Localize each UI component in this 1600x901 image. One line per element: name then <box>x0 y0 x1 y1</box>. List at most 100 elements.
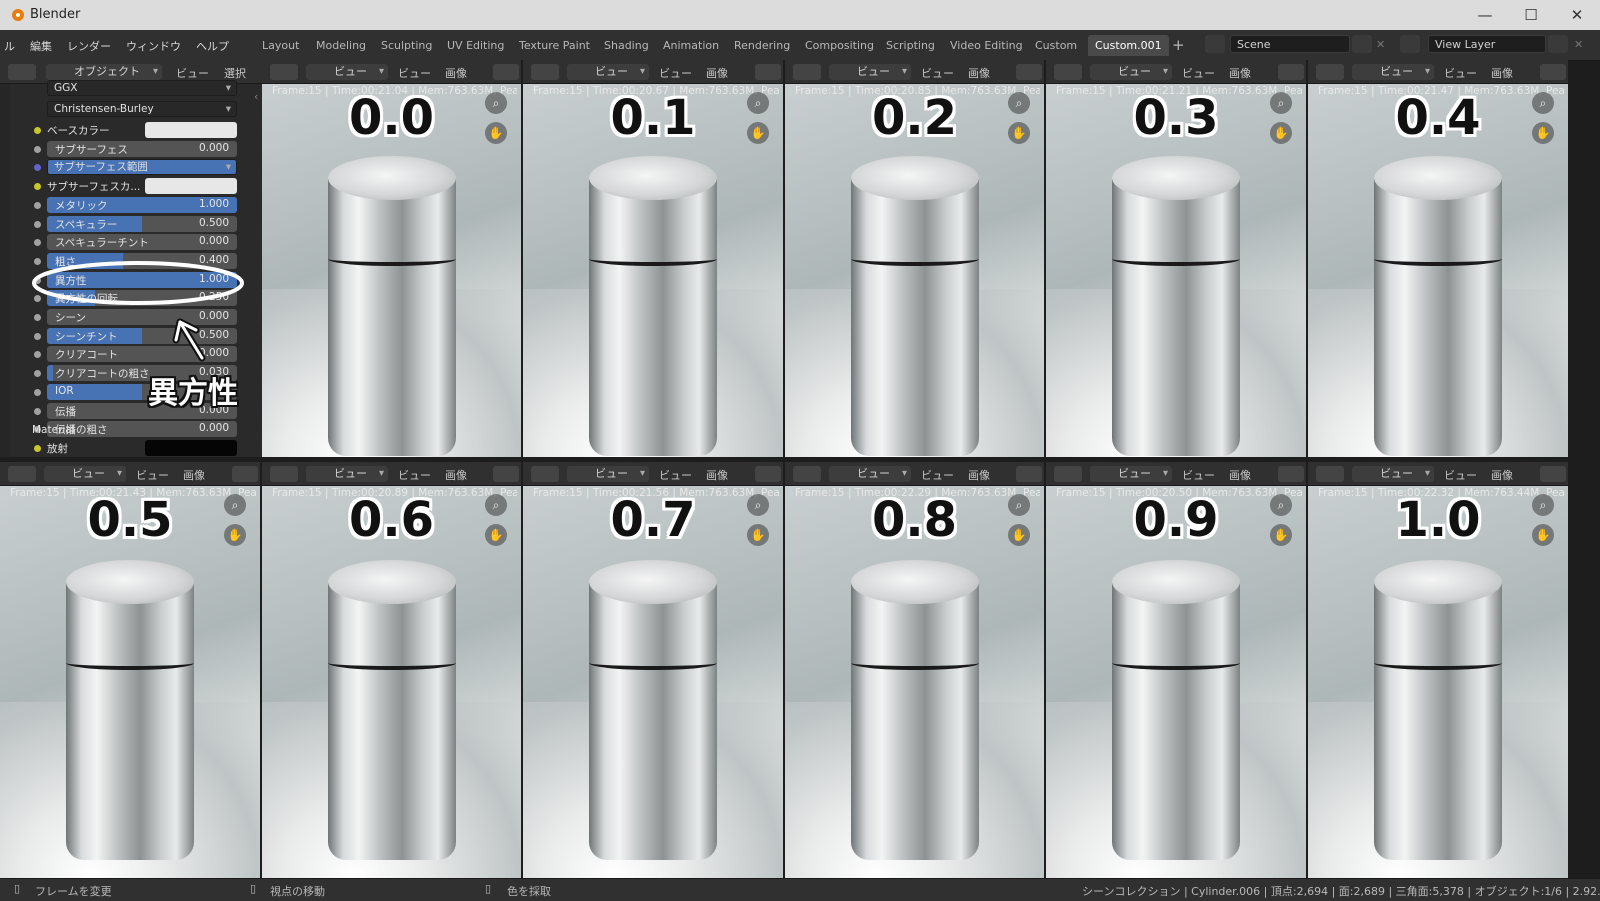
menu-image[interactable]: 画像 <box>445 65 467 81</box>
scene-field[interactable]: Scene <box>1230 35 1350 53</box>
minimize-button[interactable]: — <box>1462 0 1508 30</box>
input-socket-icon[interactable] <box>34 220 41 228</box>
view-dropdown[interactable]: ビュー <box>1352 64 1434 80</box>
tab-layout[interactable]: Layout <box>262 39 299 52</box>
hand-pan-icon[interactable]: ✋ <box>1008 122 1030 144</box>
menu-image[interactable]: 画像 <box>968 65 990 81</box>
editor-type-icon[interactable] <box>793 64 821 80</box>
image-browse-icon[interactable] <box>1016 466 1042 482</box>
view-layer-icon[interactable] <box>1400 35 1420 53</box>
value-slider[interactable]: メタリック 1.000 <box>47 196 237 213</box>
hand-pan-icon[interactable]: ✋ <box>485 524 507 546</box>
menu-image[interactable]: 画像 <box>1229 65 1251 81</box>
view-dropdown[interactable]: ビュー <box>1090 64 1172 80</box>
editor-type-icon[interactable] <box>793 466 821 482</box>
hand-pan-icon[interactable]: ✋ <box>747 524 769 546</box>
menu-window[interactable]: ウィンドウ <box>126 38 181 54</box>
zoom-icon[interactable]: ⌕ <box>1270 92 1292 114</box>
view-dropdown[interactable]: ビュー <box>829 64 911 80</box>
view-dropdown[interactable]: ビュー <box>306 466 388 482</box>
render-viewport[interactable]: Frame:15 | Time:00:20.50 | Mem:763.63M, … <box>1046 486 1306 878</box>
color-swatch[interactable] <box>145 439 237 456</box>
view-dropdown[interactable]: ビュー <box>306 64 388 80</box>
menu-view[interactable]: ビュー <box>176 65 209 81</box>
menu-view[interactable]: ビュー <box>659 467 692 483</box>
tab-texture-paint[interactable]: Texture Paint <box>519 39 590 52</box>
zoom-icon[interactable]: ⌕ <box>485 494 507 516</box>
tab-rendering[interactable]: Rendering <box>734 39 790 52</box>
image-browse-icon[interactable] <box>1278 64 1304 80</box>
render-viewport[interactable]: Frame:15 | Time:00:20.85 | Mem:763.63M, … <box>785 84 1044 457</box>
input-socket-icon[interactable] <box>34 183 41 191</box>
menu-view[interactable]: ビュー <box>659 65 692 81</box>
hand-pan-icon[interactable]: ✋ <box>1532 524 1554 546</box>
tab-compositing[interactable]: Compositing <box>805 39 874 52</box>
render-viewport[interactable]: Frame:15 | Time:00:21.56 | Mem:763.63M, … <box>523 486 783 878</box>
menu-help[interactable]: ヘルプ <box>196 38 229 54</box>
menu-image[interactable]: 画像 <box>706 467 728 483</box>
menu-view[interactable]: ビュー <box>921 467 954 483</box>
input-socket-icon[interactable] <box>34 444 41 452</box>
color-swatch[interactable] <box>145 122 237 138</box>
input-socket-icon[interactable] <box>34 127 41 134</box>
maximize-button[interactable]: ☐ <box>1508 0 1554 30</box>
input-socket-icon[interactable] <box>34 201 41 209</box>
value-slider[interactable]: 伝播の粗さ 0.000 <box>47 421 237 438</box>
tab-custom-001[interactable]: Custom.001 <box>1088 35 1169 56</box>
editor-type-icon[interactable] <box>1054 64 1082 80</box>
tab-scripting[interactable]: Scripting <box>886 39 935 52</box>
menu-view[interactable]: ビュー <box>921 65 954 81</box>
distribution-select[interactable]: GGX <box>47 80 237 96</box>
render-viewport[interactable]: Frame:15 | Time:00:22.32 | Mem:763.44M, … <box>1308 486 1568 878</box>
menu-image[interactable]: 画像 <box>1491 65 1513 81</box>
render-viewport[interactable]: Frame:15 | Time:00:21.47 | Mem:763.63M, … <box>1308 84 1568 457</box>
menu-image[interactable]: 画像 <box>445 467 467 483</box>
image-browse-icon[interactable] <box>1016 64 1042 80</box>
tab-shading[interactable]: Shading <box>604 39 649 52</box>
render-viewport[interactable]: Frame:15 | Time:00:21.43 | Mem:763.63M, … <box>0 486 260 878</box>
editor-type-icon[interactable] <box>1054 466 1082 482</box>
image-browse-icon[interactable] <box>1540 64 1566 80</box>
add-workspace-button[interactable]: + <box>1172 36 1185 54</box>
menu-view[interactable]: ビュー <box>1182 467 1215 483</box>
view-dropdown[interactable]: ビュー <box>1352 466 1434 482</box>
zoom-icon[interactable]: ⌕ <box>747 92 769 114</box>
zoom-icon[interactable]: ⌕ <box>1532 92 1554 114</box>
menu-image[interactable]: 画像 <box>706 65 728 81</box>
tab-custom[interactable]: Custom <box>1035 39 1077 52</box>
menu-select[interactable]: 選択 <box>224 65 246 81</box>
menu-edit[interactable]: 編集 <box>30 38 52 54</box>
new-scene-icon[interactable] <box>1352 35 1372 53</box>
zoom-icon[interactable]: ⌕ <box>485 92 507 114</box>
menu-view[interactable]: ビュー <box>1444 467 1477 483</box>
editor-type-icon[interactable] <box>1316 466 1344 482</box>
render-viewport[interactable]: Frame:15 | Time:00:22.29 | Mem:763.63M, … <box>785 486 1044 878</box>
hand-pan-icon[interactable]: ✋ <box>747 122 769 144</box>
menu-view[interactable]: ビュー <box>136 467 169 483</box>
menu-view[interactable]: ビュー <box>398 65 431 81</box>
render-viewport[interactable]: Frame:15 | Time:00:21.21 | Mem:763.63M, … <box>1046 84 1306 457</box>
image-browse-icon[interactable] <box>493 466 519 482</box>
menu-file[interactable]: ル <box>4 38 15 54</box>
color-swatch[interactable] <box>145 178 237 195</box>
subsurface-method-select[interactable]: Christensen-Burley <box>47 101 237 117</box>
editor-type-icon[interactable] <box>8 466 36 482</box>
editor-type-icon[interactable] <box>8 64 36 80</box>
remove-view-layer-icon[interactable]: ✕ <box>1574 38 1583 51</box>
menu-render[interactable]: レンダー <box>67 38 111 54</box>
view-dropdown[interactable]: ビュー <box>567 64 649 80</box>
menu-image[interactable]: 画像 <box>1229 467 1251 483</box>
hand-pan-icon[interactable]: ✋ <box>224 524 246 546</box>
editor-type-icon[interactable] <box>531 466 559 482</box>
render-viewport[interactable]: Frame:15 | Time:00:20.67 | Mem:763.63M, … <box>523 84 783 457</box>
object-mode-dropdown[interactable]: オブジェクト <box>46 64 162 80</box>
collapse-arrow-icon[interactable]: ‹ <box>254 90 258 103</box>
image-browse-icon[interactable] <box>1540 466 1566 482</box>
menu-image[interactable]: 画像 <box>1491 467 1513 483</box>
image-browse-icon[interactable] <box>232 466 258 482</box>
view-dropdown[interactable]: ビュー <box>829 466 911 482</box>
view-layer-field[interactable]: View Layer <box>1428 35 1546 53</box>
tab-video-editing[interactable]: Video Editing <box>950 39 1023 52</box>
view-dropdown[interactable]: ビュー <box>567 466 649 482</box>
input-socket-icon[interactable] <box>34 239 41 247</box>
